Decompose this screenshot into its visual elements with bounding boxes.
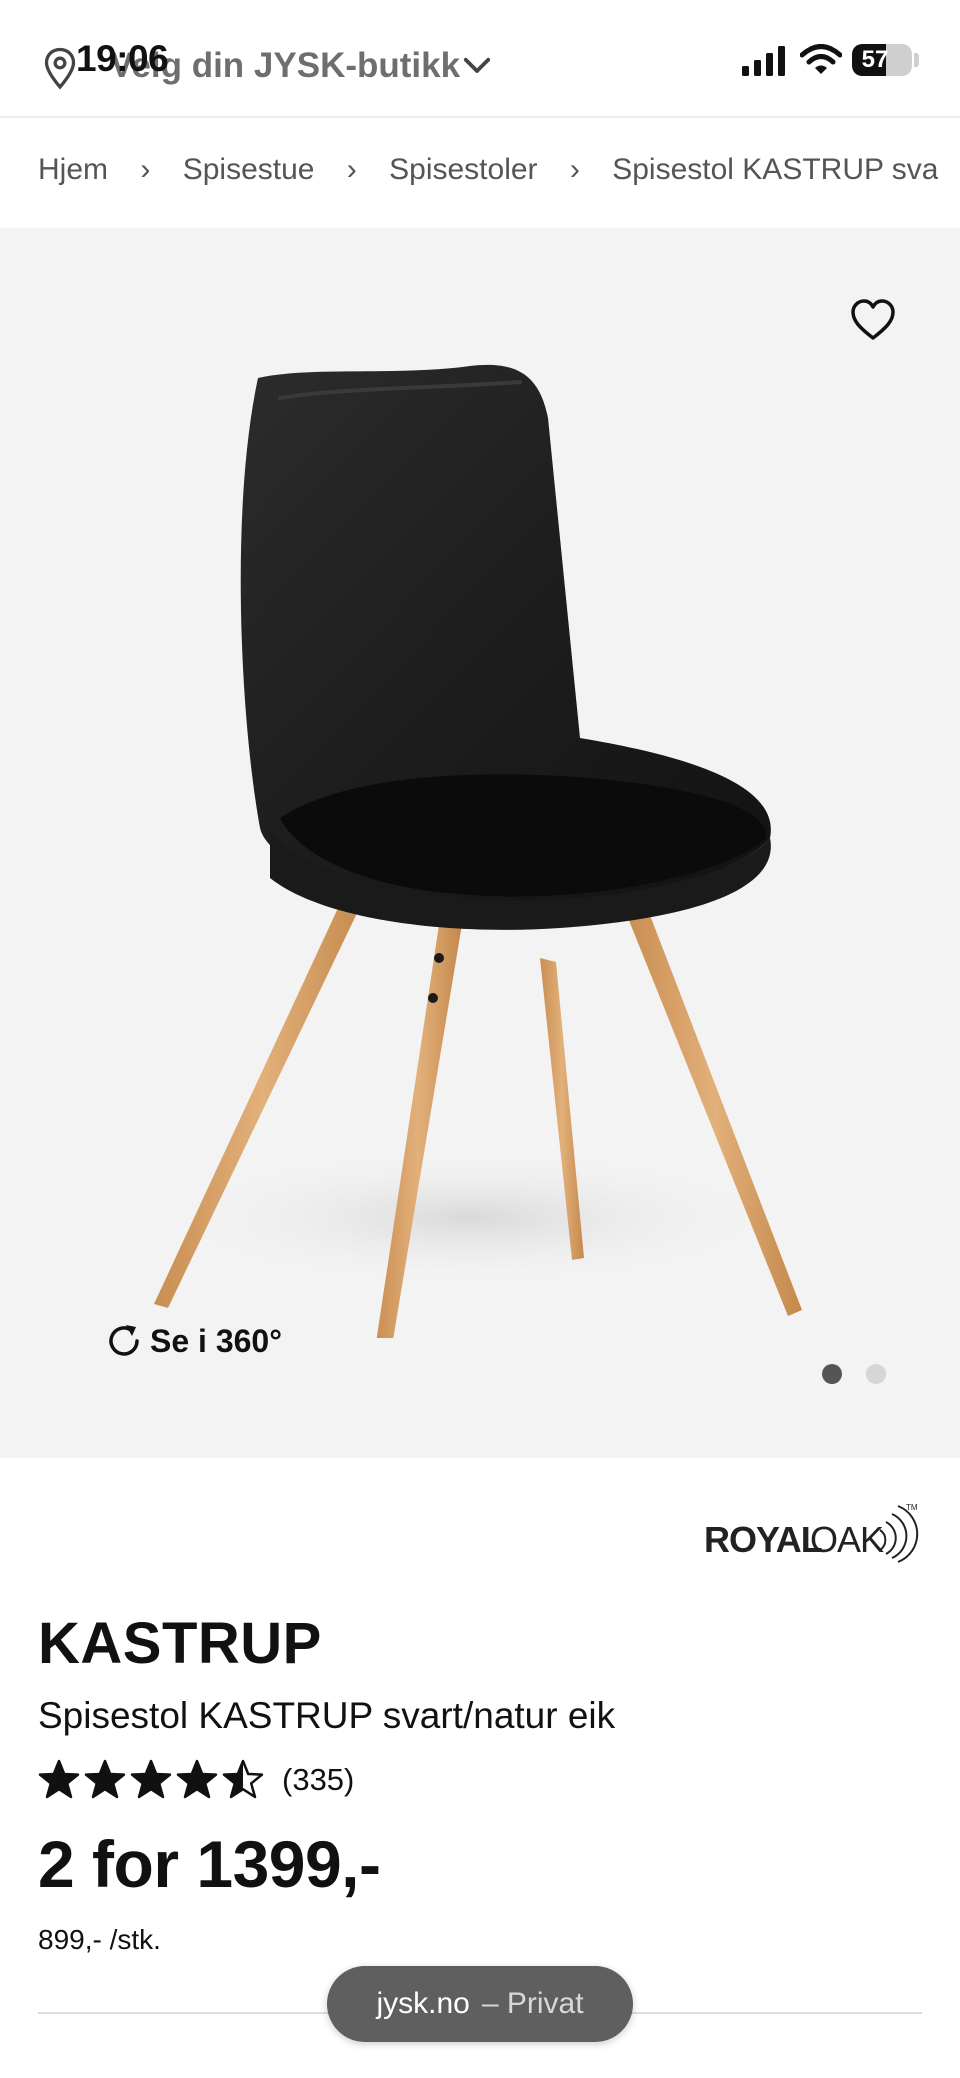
gallery-dot[interactable] xyxy=(822,1364,842,1384)
cellular-signal-icon xyxy=(742,46,785,76)
breadcrumb-item-current: Spisestol KASTRUP svart/natur eik xyxy=(612,153,938,187)
status-time: 19:06 xyxy=(76,38,169,79)
star-half-icon xyxy=(222,1759,264,1799)
star-full-icon xyxy=(84,1759,126,1799)
breadcrumb-separator: › xyxy=(140,153,151,187)
browsing-mode-label: – Privat xyxy=(481,1987,584,2020)
battery-level: 57 xyxy=(861,46,889,73)
product-price: 2 for 1399,- xyxy=(38,1827,381,1901)
breadcrumb-item-spisestue[interactable]: Spisestue xyxy=(183,153,315,187)
svg-text:ROYAL: ROYAL xyxy=(704,1519,822,1560)
battery-cap xyxy=(914,53,919,67)
star-full-icon xyxy=(130,1759,172,1799)
product-rating[interactable]: (335) xyxy=(38,1756,354,1804)
gallery-pagination[interactable] xyxy=(822,1364,886,1384)
chevron-down-icon[interactable] xyxy=(462,54,492,78)
battery-icon: 57 xyxy=(852,44,912,76)
breadcrumb-item-home[interactable]: Hjem xyxy=(38,153,108,187)
breadcrumb-separator: › xyxy=(346,153,357,187)
gallery-dot[interactable] xyxy=(866,1364,886,1384)
royal-oak-brand-logo: ROYAL OAK TM xyxy=(704,1503,919,1563)
breadcrumb-item-spisestoler[interactable]: Spisestoler xyxy=(389,153,537,187)
product-name: KASTRUP xyxy=(38,1611,322,1676)
wifi-icon xyxy=(800,44,842,74)
heart-outline-icon[interactable] xyxy=(850,298,896,342)
svg-text:OAK: OAK xyxy=(810,1519,884,1560)
url-domain: jysk.no xyxy=(376,1987,470,2020)
product-gallery[interactable]: Se i 360° xyxy=(0,228,960,1458)
breadcrumb-separator: › xyxy=(569,153,580,187)
star-full-icon xyxy=(176,1759,218,1799)
map-pin-icon[interactable] xyxy=(42,46,78,92)
view-360-label: Se i 360° xyxy=(150,1322,282,1359)
view-360-button[interactable]: Se i 360° xyxy=(104,1318,282,1364)
product-description: Spisestol KASTRUP svart/natur eik xyxy=(38,1695,616,1736)
browser-url-bar[interactable]: jysk.no – Privat xyxy=(327,1966,633,2042)
svg-text:TM: TM xyxy=(906,1503,918,1512)
breadcrumb: Hjem › Spisestue › Spisestoler › Spisest… xyxy=(38,152,938,198)
store-bar: Velg din JYSK-butikk 19:06 57 xyxy=(0,0,960,118)
unit-price: 899,- /stk. xyxy=(38,1924,161,1955)
product-image-chair[interactable] xyxy=(140,358,820,1338)
review-count[interactable]: (335) xyxy=(282,1762,354,1798)
star-full-icon xyxy=(38,1759,80,1799)
rotate-360-icon xyxy=(109,1325,139,1356)
rating-stars xyxy=(38,1759,264,1801)
